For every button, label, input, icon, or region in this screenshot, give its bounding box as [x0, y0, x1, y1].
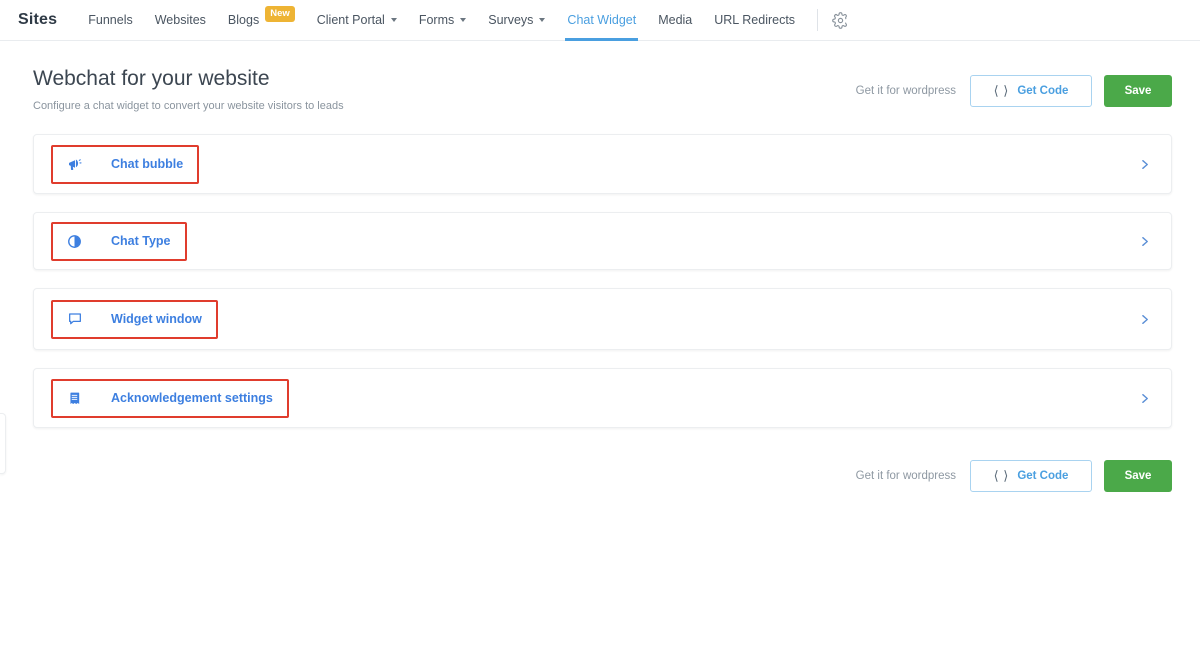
- page-body: Webchat for your website Configure a cha…: [0, 41, 1200, 493]
- brand-sites[interactable]: Sites: [14, 11, 61, 29]
- card-label: Acknowledgement settings: [111, 391, 273, 406]
- page-heading-group: Webchat for your website Configure a cha…: [33, 67, 344, 112]
- nav-divider: [817, 9, 819, 31]
- nav-item-label: Chat Widget: [567, 13, 637, 27]
- megaphone-icon: [66, 156, 83, 173]
- chevron-down-icon: [460, 18, 467, 22]
- code-brackets-icon: ⟨ ⟩: [993, 83, 1010, 98]
- nav-item-websites[interactable]: Websites: [144, 0, 217, 41]
- page-subtitle: Configure a chat widget to convert your …: [33, 100, 344, 113]
- highlight-box-acknowledgement-settings: Acknowledgement settings: [51, 378, 289, 418]
- code-brackets-icon: ⟨ ⟩: [993, 468, 1010, 484]
- nav-item-label: Forms: [418, 13, 455, 27]
- card-left-group: Widget window: [51, 299, 218, 339]
- highlight-box-chat-type: Chat Type: [51, 221, 187, 261]
- footer-actions: Get it for wordpress ⟨ ⟩ Get Code Save: [0, 446, 1200, 493]
- chevron-right-icon[interactable]: [1134, 388, 1154, 408]
- card-acknowledgement-settings[interactable]: Acknowledgement settings: [33, 368, 1172, 429]
- card-left-group: Acknowledgement settings: [51, 378, 289, 418]
- nav-item-surveys[interactable]: Surveys: [477, 0, 556, 41]
- get-code-label: Get Code: [1017, 470, 1069, 483]
- new-badge: New: [265, 6, 295, 22]
- card-chat-type[interactable]: Chat Type: [33, 212, 1172, 271]
- settings-cards-list: Chat bubble Chat Type Widget window Ackn…: [0, 134, 1200, 429]
- chevron-down-icon: [539, 18, 546, 22]
- page-title: Webchat for your website: [33, 67, 270, 90]
- save-button-top[interactable]: Save: [1104, 75, 1172, 107]
- chevron-right-icon[interactable]: [1134, 231, 1154, 251]
- get-code-button-bottom[interactable]: ⟨ ⟩ Get Code: [970, 460, 1092, 493]
- nav-item-funnels[interactable]: Funnels: [77, 0, 143, 41]
- nav-item-media[interactable]: Media: [647, 0, 703, 41]
- get-code-label: Get Code: [1017, 85, 1069, 97]
- nav-item-label: Websites: [154, 13, 206, 27]
- nav-item-chat-widget[interactable]: Chat Widget: [556, 0, 647, 41]
- chevron-right-icon[interactable]: [1134, 154, 1154, 174]
- gear-icon[interactable]: [827, 7, 853, 33]
- card-left-group: Chat Type: [51, 221, 187, 261]
- nav-item-label: Surveys: [488, 13, 534, 27]
- nav-item-url-redirects[interactable]: URL Redirects: [703, 0, 806, 41]
- card-label: Chat bubble: [111, 157, 184, 172]
- header-actions: Get it for wordpress ⟨ ⟩ Get Code Save: [856, 67, 1172, 107]
- nav-item-label: Blogs: [227, 13, 260, 27]
- highlight-box-widget-window: Widget window: [51, 299, 218, 339]
- contrast-circle-icon: [66, 233, 83, 250]
- nav-item-blogs[interactable]: Blogs New: [217, 0, 306, 41]
- nav-item-client-portal[interactable]: Client Portal: [306, 0, 408, 41]
- top-navigation-bar: Sites Funnels Websites Blogs New Client …: [0, 0, 1200, 41]
- nav-item-label: Media: [658, 13, 693, 27]
- card-label: Chat Type: [111, 234, 171, 249]
- comment-bubble-icon: [66, 311, 83, 328]
- nav-items-list: Funnels Websites Blogs New Client Portal…: [77, 0, 853, 41]
- card-chat-bubble[interactable]: Chat bubble: [33, 134, 1172, 195]
- left-edge-partial-card: [0, 413, 6, 474]
- card-left-group: Chat bubble: [51, 144, 200, 184]
- card-widget-window[interactable]: Widget window: [33, 288, 1172, 351]
- nav-item-label: URL Redirects: [714, 13, 796, 27]
- highlight-box-chat-bubble: Chat bubble: [51, 144, 200, 184]
- get-code-button[interactable]: ⟨ ⟩ Get Code: [970, 75, 1092, 107]
- wordpress-hint-text: Get it for wordpress: [855, 470, 956, 483]
- card-label: Widget window: [111, 312, 202, 327]
- wordpress-hint-text: Get it for wordpress: [855, 85, 956, 97]
- save-button-bottom[interactable]: Save: [1104, 460, 1172, 493]
- nav-item-label: Client Portal: [316, 13, 385, 27]
- page-header: Webchat for your website Configure a cha…: [0, 41, 1200, 112]
- nav-item-forms[interactable]: Forms: [408, 0, 477, 41]
- nav-item-label: Funnels: [88, 13, 133, 27]
- chevron-right-icon[interactable]: [1134, 309, 1154, 329]
- receipt-list-icon: [66, 390, 83, 407]
- chevron-down-icon: [390, 18, 397, 22]
